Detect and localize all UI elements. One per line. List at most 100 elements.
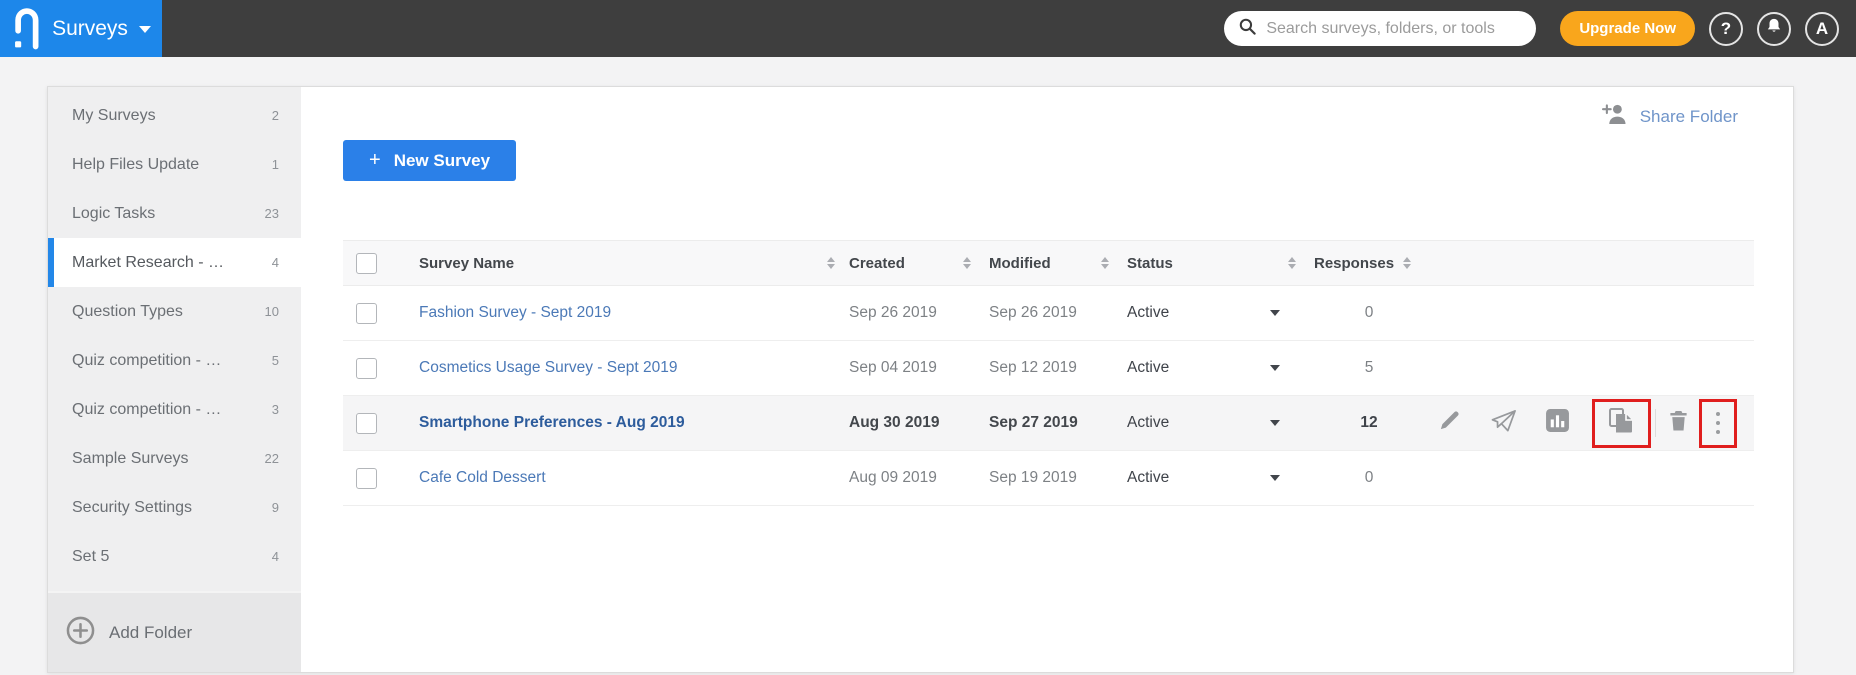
status-value: Active [1127, 359, 1170, 376]
sort-icon[interactable] [963, 257, 971, 269]
sidebar-item-label: Help Files Update [72, 155, 200, 173]
sidebar-item-label: Quiz competition - … [72, 400, 222, 418]
sidebar-item-count: 23 [264, 206, 279, 221]
modified-date: Sep 27 2019 [989, 414, 1078, 431]
chevron-down-icon [138, 26, 151, 33]
sidebar-item-count: 10 [264, 304, 279, 319]
main-panel: Share Folder + New Survey Survey Name Cr… [301, 87, 1793, 672]
status-dropdown[interactable]: Active [1127, 359, 1296, 377]
sort-icon[interactable] [1288, 257, 1296, 269]
status-dropdown[interactable]: Active [1127, 414, 1296, 432]
row-checkbox[interactable] [356, 412, 377, 434]
new-survey-label: New Survey [393, 150, 491, 170]
sort-icon[interactable] [827, 257, 835, 269]
survey-name-link[interactable]: Cafe Cold Dessert [419, 469, 546, 487]
column-header-survey-name[interactable]: Survey Name [419, 255, 514, 272]
reports-button[interactable] [1545, 408, 1570, 438]
table-row-active: Smartphone Preferences - Aug 2019 Aug 30… [343, 396, 1754, 451]
responses-count: 12 [1360, 414, 1378, 431]
avatar[interactable]: A [1805, 11, 1839, 46]
folder-sidebar: My Surveys 2 Help Files Update 1 Logic T… [48, 87, 301, 672]
help-button[interactable]: ? [1709, 11, 1743, 46]
status-dropdown[interactable]: Active [1127, 469, 1296, 487]
survey-name-link[interactable]: Fashion Survey - Sept 2019 [419, 304, 611, 322]
table-row: Cafe Cold Dessert Aug 09 2019 Sep 19 201… [343, 451, 1754, 506]
sidebar-item-count: 4 [271, 255, 279, 270]
search-input[interactable] [1266, 19, 1525, 38]
select-all-checkbox[interactable] [356, 252, 377, 274]
sidebar-item-label: Market Research - … [72, 253, 225, 271]
new-survey-button[interactable]: + New Survey [343, 140, 517, 181]
survey-name-link[interactable]: Smartphone Preferences - Aug 2019 [419, 414, 685, 432]
highlight-box-copy [1592, 398, 1651, 448]
proprofs-logo-icon [11, 7, 41, 50]
bell-icon [1765, 17, 1783, 40]
created-date: Sep 04 2019 [849, 359, 937, 376]
sidebar-item-count: 5 [271, 353, 279, 368]
sidebar-item-label: My Surveys [72, 106, 156, 124]
sidebar-item-label: Quiz competition - … [72, 351, 222, 369]
pencil-icon [1438, 409, 1461, 437]
column-header-responses[interactable]: Responses [1314, 255, 1394, 272]
column-header-status[interactable]: Status [1127, 255, 1173, 272]
duplicate-button[interactable] [1608, 407, 1635, 439]
sidebar-item-quiz-competition-2[interactable]: Quiz competition - … 3 [48, 385, 301, 434]
copy-icon [1608, 407, 1635, 439]
content-card: My Surveys 2 Help Files Update 1 Logic T… [47, 86, 1794, 673]
app-switcher[interactable]: Surveys [0, 0, 162, 57]
table-header-row: Survey Name Created Modified Status Resp… [343, 240, 1754, 286]
sidebar-item-sample-surveys[interactable]: Sample Surveys 22 [48, 434, 301, 483]
paper-plane-icon [1491, 409, 1517, 438]
sidebar-item-count: 1 [271, 157, 279, 172]
sidebar-item-count: 4 [271, 549, 279, 564]
sort-icon[interactable] [1403, 257, 1412, 269]
caret-down-icon [1270, 475, 1280, 481]
sidebar-item-my-surveys[interactable]: My Surveys 2 [48, 91, 301, 140]
notifications-button[interactable] [1757, 11, 1791, 46]
sidebar-item-quiz-competition-1[interactable]: Quiz competition - … 5 [48, 336, 301, 385]
share-folder-link[interactable]: Share Folder [1601, 103, 1738, 130]
trash-icon [1668, 409, 1689, 437]
sidebar-item-set-5[interactable]: Set 5 4 [48, 532, 301, 581]
plus-icon: + [369, 149, 381, 171]
created-date: Aug 30 2019 [849, 414, 940, 431]
edit-button[interactable] [1438, 409, 1461, 437]
search-icon [1238, 17, 1257, 41]
sidebar-item-security-settings[interactable]: Security Settings 9 [48, 483, 301, 532]
row-checkbox[interactable] [356, 467, 377, 489]
status-dropdown[interactable]: Active [1127, 304, 1296, 322]
column-header-created[interactable]: Created [849, 255, 905, 272]
survey-table: Survey Name Created Modified Status Resp… [343, 240, 1754, 506]
survey-name-link[interactable]: Cosmetics Usage Survey - Sept 2019 [419, 359, 677, 377]
modified-date: Sep 26 2019 [989, 304, 1077, 321]
sidebar-item-label: Logic Tasks [72, 204, 156, 222]
sidebar-item-count: 2 [271, 108, 279, 123]
row-checkbox[interactable] [356, 357, 377, 379]
sidebar-item-question-types[interactable]: Question Types 10 [48, 287, 301, 336]
table-row: Fashion Survey - Sept 2019 Sep 26 2019 S… [343, 286, 1754, 341]
responses-count: 0 [1364, 469, 1374, 486]
modified-date: Sep 19 2019 [989, 469, 1077, 486]
more-options-button[interactable] [1716, 412, 1720, 434]
top-bar: Surveys Upgrade Now ? A [0, 0, 1856, 57]
add-folder-button[interactable]: Add Folder [48, 591, 301, 672]
sidebar-item-logic-tasks[interactable]: Logic Tasks 23 [48, 189, 301, 238]
column-header-modified[interactable]: Modified [989, 255, 1051, 272]
sidebar-item-label: Set 5 [72, 547, 110, 565]
table-row: Cosmetics Usage Survey - Sept 2019 Sep 0… [343, 341, 1754, 396]
upgrade-now-button[interactable]: Upgrade Now [1560, 11, 1695, 46]
sidebar-item-market-research[interactable]: Market Research - … 4 [48, 238, 301, 287]
sidebar-item-help-files-update[interactable]: Help Files Update 1 [48, 140, 301, 189]
sidebar-item-count: 22 [264, 451, 279, 466]
vertical-dots-icon [1716, 412, 1720, 434]
send-button[interactable] [1491, 409, 1517, 438]
caret-down-icon [1270, 310, 1280, 316]
global-search[interactable] [1224, 11, 1537, 46]
delete-button[interactable] [1668, 409, 1689, 437]
responses-count: 0 [1364, 304, 1374, 321]
share-folder-label: Share Folder [1639, 106, 1738, 126]
app-name: Surveys [52, 16, 128, 40]
modified-date: Sep 12 2019 [989, 359, 1077, 376]
row-checkbox[interactable] [356, 302, 377, 324]
sort-icon[interactable] [1101, 257, 1109, 269]
